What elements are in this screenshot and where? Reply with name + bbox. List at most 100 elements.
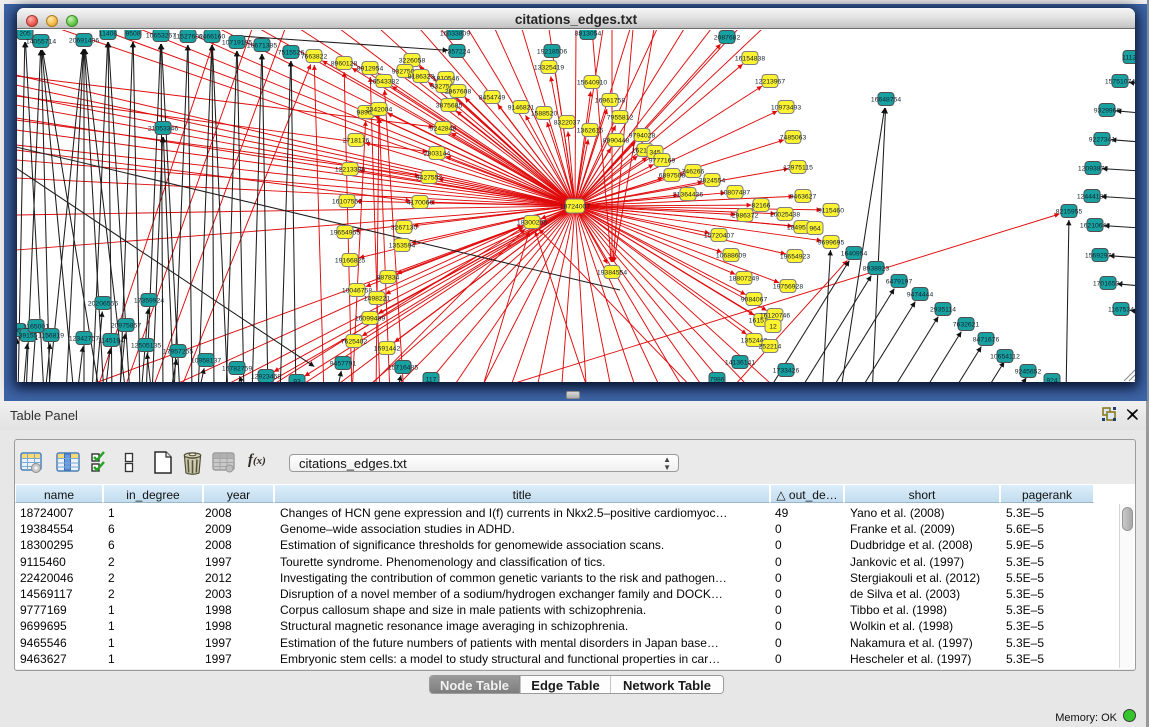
svg-text:19384554: 19384554 [597, 269, 627, 276]
svg-text:3824554: 3824554 [699, 177, 726, 184]
svg-text:10688609: 10688609 [716, 252, 746, 259]
svg-text:12444185: 12444185 [1077, 193, 1107, 200]
svg-text:1588520: 1588520 [531, 110, 558, 117]
svg-text:19166825: 19166825 [335, 257, 365, 264]
svg-text:8912954: 8912954 [357, 65, 384, 72]
svg-text:1640954: 1640954 [841, 250, 868, 257]
svg-text:7632621: 7632621 [953, 321, 980, 328]
svg-text:2935114: 2935114 [930, 306, 956, 313]
svg-text:16671385: 16671385 [247, 42, 277, 49]
svg-text:3875685: 3875685 [436, 102, 463, 109]
svg-text:14055714: 14055714 [26, 38, 56, 45]
svg-text:3226058: 3226058 [399, 57, 426, 64]
svg-text:8322037: 8322037 [554, 119, 581, 126]
svg-text:2087682: 2087682 [714, 34, 741, 41]
svg-text:16210643: 16210643 [1080, 222, 1110, 229]
svg-text:19654923: 19654923 [780, 253, 810, 260]
svg-text:17359924: 17359924 [134, 297, 164, 304]
svg-text:16543382: 16543382 [369, 78, 399, 85]
svg-text:20691406: 20691406 [69, 37, 99, 44]
svg-text:4170066: 4170066 [407, 199, 434, 206]
svg-text:9794028: 9794028 [629, 132, 656, 139]
svg-text:1167534: 1167534 [1108, 306, 1134, 313]
svg-text:6479197: 6479197 [886, 278, 913, 285]
svg-text:7955812: 7955812 [607, 114, 634, 121]
svg-text:39155: 39155 [19, 332, 38, 339]
svg-text:10654112: 10654112 [990, 353, 1020, 360]
svg-text:8813054: 8813054 [575, 30, 602, 37]
svg-text:11121: 11121 [1122, 54, 1135, 61]
svg-text:9427552: 9427552 [416, 174, 443, 181]
svg-text:12093873: 12093873 [1078, 165, 1108, 172]
svg-text:12213386: 12213386 [335, 166, 365, 173]
svg-text:1691442: 1691442 [374, 345, 401, 352]
svg-text:12: 12 [769, 323, 777, 330]
svg-text:9508: 9508 [125, 30, 140, 37]
svg-text:2967608: 2967608 [445, 88, 472, 95]
svg-text:16033809: 16033809 [440, 30, 470, 37]
svg-text:16961758: 16961758 [595, 97, 625, 104]
svg-text:9329966: 9329966 [1094, 107, 1121, 114]
svg-text:1353594: 1353594 [389, 242, 416, 249]
svg-text:8938923: 8938923 [863, 265, 890, 272]
svg-text:1733426: 1733426 [773, 367, 800, 374]
svg-text:15692971: 15692971 [1085, 252, 1115, 259]
svg-text:8960128: 8960128 [331, 60, 358, 67]
svg-text:17957255: 17957255 [163, 348, 193, 355]
svg-text:7986: 7986 [709, 376, 724, 382]
svg-text:21053346: 21053346 [148, 125, 178, 132]
svg-text:7663822: 7663822 [301, 53, 328, 60]
svg-text:16120746: 16120746 [760, 312, 790, 319]
svg-text:82166: 82166 [752, 202, 771, 209]
svg-text:1145194: 1145194 [98, 337, 124, 344]
svg-text:16782759: 16782759 [222, 365, 252, 372]
svg-text:10653267: 10653267 [146, 32, 176, 39]
svg-text:10973493: 10973493 [771, 104, 801, 111]
svg-text:13325419: 13325419 [534, 64, 564, 71]
svg-text:9245652: 9245652 [1015, 368, 1042, 375]
svg-text:1362615: 1362615 [577, 127, 604, 134]
svg-text:252214: 252214 [759, 343, 782, 350]
svg-text:12975115: 12975115 [783, 164, 813, 171]
svg-text:8990448: 8990448 [603, 137, 630, 144]
svg-text:93: 93 [293, 378, 301, 382]
svg-text:7625402: 7625402 [341, 338, 368, 345]
svg-text:2718176: 2718176 [343, 137, 370, 144]
svg-text:9474444: 9474444 [907, 291, 934, 298]
svg-text:19756928: 19756928 [773, 283, 803, 290]
svg-text:12342757: 12342757 [69, 335, 99, 342]
svg-text:887834: 887834 [377, 274, 400, 281]
svg-text:9227341: 9227341 [1089, 136, 1116, 143]
svg-text:16648764: 16648764 [871, 96, 901, 103]
svg-text:18300295: 18300295 [517, 219, 547, 226]
svg-text:9242848: 9242848 [430, 125, 457, 132]
svg-text:17016504: 17016504 [1093, 280, 1123, 287]
svg-text:9115460: 9115460 [818, 207, 844, 214]
svg-text:3267130: 3267130 [391, 224, 418, 231]
svg-text:20206556: 20206556 [88, 300, 118, 307]
svg-text:20975857: 20975857 [111, 322, 141, 329]
svg-text:11408: 11408 [99, 30, 118, 37]
svg-text:18724007: 18724007 [560, 203, 590, 210]
svg-text:1156819: 1156819 [38, 332, 64, 339]
svg-text:10807487: 10807487 [720, 189, 750, 196]
svg-text:15720407: 15720407 [704, 232, 734, 239]
svg-text:14136141: 14136141 [725, 359, 755, 366]
svg-text:16107552: 16107552 [332, 198, 362, 205]
svg-text:18807249: 18807249 [729, 275, 759, 282]
svg-text:9457791: 9457791 [330, 360, 357, 367]
svg-text:117: 117 [426, 376, 437, 382]
svg-text:2342004: 2342004 [366, 106, 393, 113]
svg-text:15640910: 15640910 [577, 79, 607, 86]
svg-text:9084067: 9084067 [741, 296, 768, 303]
svg-text:2803144: 2803144 [424, 150, 451, 157]
svg-text:2986372: 2986372 [732, 212, 759, 219]
svg-text:10046758: 10046758 [342, 287, 372, 294]
svg-text:924: 924 [1046, 377, 1058, 382]
svg-text:9463627: 9463627 [790, 193, 817, 200]
svg-text:19218506: 19218506 [537, 48, 567, 55]
svg-text:7357224: 7357224 [444, 48, 471, 55]
svg-text:10958137: 10958137 [191, 357, 221, 364]
svg-text:8471676: 8471676 [973, 336, 1000, 343]
svg-text:19654955: 19654955 [330, 229, 360, 236]
